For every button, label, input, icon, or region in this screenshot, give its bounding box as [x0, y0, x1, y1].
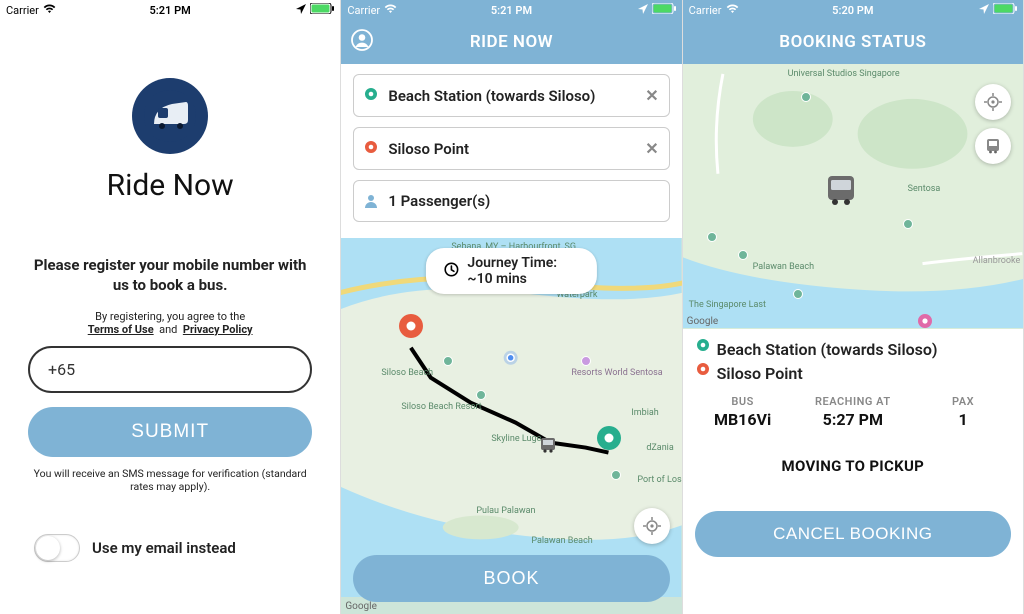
phone-input[interactable]: +65 — [28, 346, 312, 393]
journey-time-pill: Journey Time: ~10 mins — [426, 248, 596, 294]
screen-booking-status: Carrier 5:20 PM BOOKING STATUS Universa — [683, 0, 1024, 614]
email-toggle[interactable] — [34, 534, 80, 562]
status-time: 5:21 PM — [341, 4, 681, 17]
destination-map-pin-icon — [399, 314, 423, 350]
origin-pin-icon — [364, 88, 378, 104]
map-label: Skyline Luge — [491, 434, 541, 444]
screen-ride-now: Carrier 5:21 PM RIDE NOW Beach Station (… — [341, 0, 682, 614]
origin-map-pin-icon — [597, 426, 621, 462]
app-header: BOOKING STATUS — [683, 20, 1023, 64]
privacy-link[interactable]: Privacy Policy — [183, 323, 253, 336]
journey-time-text: Journey Time: ~10 mins — [467, 255, 578, 287]
submit-button[interactable]: SUBMIT — [28, 407, 312, 457]
status-bar: Carrier 5:20 PM — [683, 0, 1023, 20]
recenter-button[interactable] — [634, 508, 670, 544]
origin-input[interactable]: Beach Station (towards Siloso) ✕ — [353, 74, 669, 117]
app-header: RIDE NOW — [341, 20, 681, 64]
passengers-input[interactable]: 1 Passenger(s) — [353, 180, 669, 222]
app-logo — [132, 78, 208, 154]
bus-marker-icon — [539, 436, 557, 458]
agree-prefix: By registering, you agree to the — [95, 310, 245, 323]
phone-value: +65 — [48, 360, 75, 379]
map-attribution: Google — [345, 601, 377, 612]
person-icon — [364, 194, 378, 208]
clear-origin-icon[interactable]: ✕ — [645, 86, 658, 105]
agree-and: and — [159, 323, 177, 336]
map-label: Siloso Beach — [381, 368, 433, 378]
map-poi-icon — [793, 289, 803, 299]
pax-label: PAX — [917, 395, 1009, 408]
map-label: Imbiah — [631, 408, 658, 418]
map-label: Sentosa — [908, 184, 941, 194]
submit-label: SUBMIT — [131, 421, 209, 442]
map-label: Palawan Beach — [531, 536, 592, 546]
destination-text: Siloso Point — [388, 140, 469, 158]
map-poi-icon — [903, 219, 913, 229]
bus-locate-button[interactable] — [975, 128, 1011, 164]
map-label: Palawan Beach — [753, 262, 814, 272]
destination-display: Siloso Point — [697, 363, 1009, 383]
destination-input[interactable]: Siloso Point ✕ — [353, 127, 669, 170]
map-poi-icon — [707, 232, 717, 242]
sms-note: You will receive an SMS message for veri… — [28, 467, 312, 494]
app-title: Ride Now — [107, 168, 234, 203]
map-label: Siloso Beach Resort — [401, 402, 481, 412]
origin-display: Beach Station (towards Siloso) — [697, 339, 1009, 359]
map-poi-icon — [738, 250, 748, 260]
route-map[interactable]: Sebana, MY – Harbourfront, SG Waterpark … — [341, 238, 681, 614]
map-label: The Singapore Last — [689, 300, 766, 310]
clear-destination-icon[interactable]: ✕ — [645, 139, 658, 158]
map-label: Pulau Palawan — [476, 506, 535, 516]
agreement-text: By registering, you agree to the Terms o… — [88, 310, 253, 336]
pax-value: 1 — [917, 410, 1009, 429]
cancel-label: CANCEL BOOKING — [773, 524, 932, 543]
header-title: RIDE NOW — [470, 32, 553, 52]
map-label: Resorts World Sentosa — [571, 368, 662, 378]
terms-link[interactable]: Terms of Use — [88, 323, 154, 336]
status-bar: Carrier 5:21 PM — [341, 0, 681, 20]
book-label: BOOK — [483, 568, 539, 588]
bus-marker-icon — [823, 172, 859, 212]
map-attribution: Google — [687, 316, 719, 327]
booking-info-row: BUS MB16Vi REACHING AT 5:27 PM PAX 1 — [697, 395, 1009, 429]
header-title: BOOKING STATUS — [779, 32, 926, 52]
reaching-label: REACHING AT — [789, 395, 918, 408]
origin-text: Beach Station (towards Siloso) — [388, 87, 595, 105]
recenter-button[interactable] — [975, 84, 1011, 120]
map-label: Universal Studios Singapore — [788, 69, 900, 79]
email-toggle-label: Use my email instead — [92, 539, 236, 557]
passengers-text: 1 Passenger(s) — [388, 192, 490, 210]
status-map[interactable]: Universal Studios Singapore Sentosa Pala… — [683, 64, 1023, 329]
map-pin-icon — [918, 314, 932, 329]
bus-value: MB16Vi — [697, 410, 789, 429]
bus-label: BUS — [697, 395, 789, 408]
destination-text: Siloso Point — [717, 364, 803, 383]
clock-icon — [444, 262, 459, 281]
map-poi-icon — [801, 92, 811, 102]
origin-text: Beach Station (towards Siloso) — [717, 340, 938, 359]
profile-icon[interactable] — [351, 29, 373, 56]
reaching-value: 5:27 PM — [789, 410, 918, 429]
destination-pin-icon — [697, 363, 709, 383]
status-time: 5:20 PM — [683, 4, 1023, 17]
register-prompt: Please register your mobile number with … — [28, 255, 312, 296]
map-label: Allanbrooke — [973, 256, 1021, 266]
map-label: Port of Los — [637, 475, 681, 485]
origin-pin-icon — [697, 339, 709, 359]
screen-register: Carrier 5:21 PM Ride Now Ple — [0, 0, 341, 614]
cancel-booking-button[interactable]: CANCEL BOOKING — [695, 511, 1011, 557]
status-time: 5:21 PM — [0, 4, 340, 17]
destination-pin-icon — [364, 141, 378, 157]
map-label: dZania — [646, 443, 673, 453]
book-button[interactable]: BOOK — [353, 555, 669, 602]
status-bar: Carrier 5:21 PM — [0, 0, 340, 20]
booking-status-text: MOVING TO PICKUP — [697, 457, 1009, 475]
